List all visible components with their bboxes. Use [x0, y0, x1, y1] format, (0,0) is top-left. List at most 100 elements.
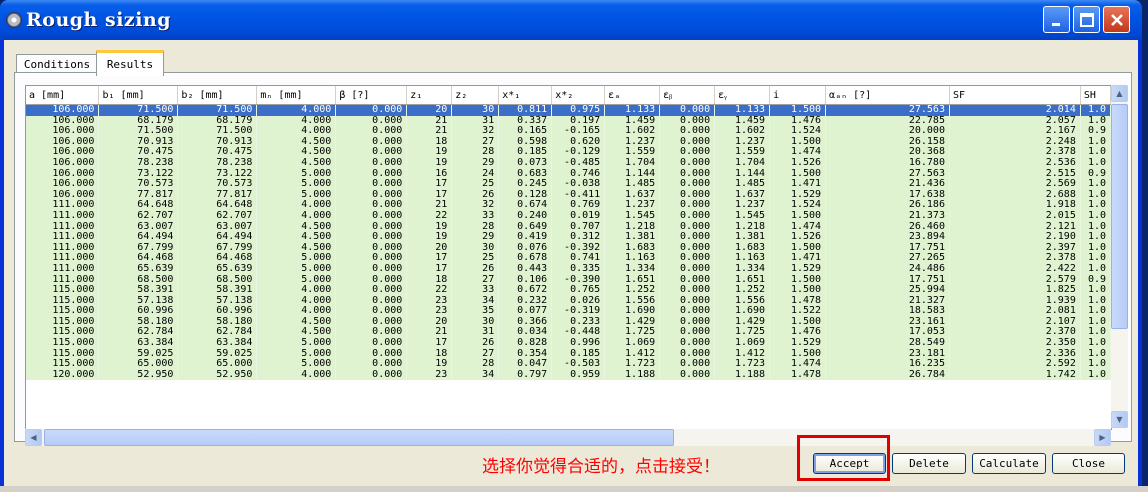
table-cell: 0.000	[659, 221, 716, 233]
table-row[interactable]: 120.000 52.950 52.950 4.000 0.000 23 34 0.797 0.…	[26, 369, 1111, 381]
table-cell: 0.000	[659, 126, 716, 137]
table-row[interactable]: 111.000 64.648 64.648 4.000 0.000 21 32 0.674 0.…	[26, 200, 1111, 211]
table-cell: 0.366	[498, 316, 553, 328]
table-cell: 1.381	[604, 232, 661, 243]
table-cell: 65.000	[98, 359, 179, 370]
vertical-scroll-thumb[interactable]	[1111, 104, 1128, 329]
table-cell: 1.500	[769, 242, 827, 254]
table-row[interactable]: 106.000 70.475 70.475 4.500 0.000 19 28 0.185 -0…	[26, 147, 1111, 158]
table-row[interactable]: 115.000 60.996 60.996 4.000 0.000 23 35 0.077 -0…	[26, 306, 1111, 317]
column-header[interactable]: εᵦ	[659, 86, 716, 105]
table-row[interactable]: 111.000 62.707 62.707 4.000 0.000 22 33 0.240 0.…	[26, 210, 1111, 222]
table-cell: 2.190	[949, 232, 1081, 243]
table-cell: 5.000	[256, 263, 337, 275]
tab-conditions[interactable]: Conditions	[16, 54, 98, 74]
table-cell: 0.620	[551, 136, 606, 148]
table-cell: 1.0	[1080, 232, 1111, 243]
table-cell: 18	[406, 274, 453, 286]
table-cell: 0.000	[335, 295, 408, 307]
results-grid[interactable]: a [mm] b₁ [mm] b₂ [mm] mₙ [mm] β [?] z₁ z₂ x*₁ x…	[25, 85, 1112, 430]
column-header[interactable]: SF	[949, 86, 1081, 105]
table-cell: 1.0	[1080, 253, 1111, 264]
table-row[interactable]: 115.000 58.391 58.391 4.000 0.000 22 33 0.672 0.…	[26, 285, 1111, 296]
accept-button[interactable]: Accept	[813, 453, 886, 474]
column-header[interactable]: i	[769, 86, 827, 105]
table-cell: 2.422	[949, 263, 1081, 275]
scroll-down-button[interactable]: ▼	[1111, 411, 1128, 428]
table-row[interactable]: 115.000 58.180 58.180 4.500 0.000 20 30 0.366 0.…	[26, 316, 1111, 328]
table-row[interactable]: 111.000 65.639 65.639 5.000 0.000 17 26 0.443 0.…	[26, 263, 1111, 275]
scroll-right-button[interactable]: ▶	[1094, 429, 1111, 446]
table-row[interactable]: 111.000 63.007 63.007 4.500 0.000 19 28 0.649 0.…	[26, 221, 1111, 233]
horizontal-scrollbar[interactable]: ◀ ▶	[25, 429, 1111, 446]
table-row[interactable]: 106.000 70.573 70.573 5.000 0.000 17 25 0.245 -0…	[26, 179, 1111, 190]
tab-results[interactable]: Results	[96, 50, 164, 76]
table-cell: 28	[451, 359, 500, 370]
column-header[interactable]: z₂	[451, 86, 500, 105]
table-row[interactable]: 106.000 71.500 71.500 4.000 0.000 21 32 0.165 -0…	[26, 126, 1111, 137]
table-cell: 0.232	[498, 295, 553, 307]
table-cell: 1.526	[769, 157, 827, 169]
close-dialog-button[interactable]: Close	[1052, 453, 1125, 474]
title-bar[interactable]: Rough sizing	[0, 0, 1142, 40]
minimize-button[interactable]	[1043, 6, 1070, 33]
table-row[interactable]: 115.000 65.000 65.000 5.000 0.000 19 28 0.047 -0…	[26, 359, 1111, 370]
table-row[interactable]: 106.000 77.817 77.817 5.000 0.000 17 26 0.128 -0…	[26, 189, 1111, 201]
table-row[interactable]: 111.000 64.494 64.494 4.500 0.000 19 29 0.419 0.…	[26, 232, 1111, 243]
close-button[interactable]	[1103, 6, 1130, 33]
table-cell: 20.368	[825, 147, 950, 158]
calculate-button[interactable]: Calculate	[972, 453, 1046, 474]
column-header[interactable]: εᵧ	[714, 86, 771, 105]
column-header[interactable]: β [?]	[335, 86, 408, 105]
table-cell: 1.0	[1080, 200, 1111, 211]
table-row[interactable]: 111.000 67.799 67.799 4.500 0.000 20 30 0.076 -0…	[26, 242, 1111, 254]
column-header[interactable]: b₁ [mm]	[98, 86, 179, 105]
table-row[interactable]: 106.000 71.500 71.500 4.000 0.000 20 30 0.811 0.…	[26, 104, 1111, 116]
table-cell: 0.672	[498, 285, 553, 296]
table-row[interactable]: 115.000 62.784 62.784 4.500 0.000 21 31 0.034 -0…	[26, 327, 1111, 339]
table-cell: 5.000	[256, 179, 337, 190]
table-cell: 63.384	[177, 338, 258, 349]
table-cell: 0.000	[335, 232, 408, 243]
column-header[interactable]: a [mm]	[26, 86, 100, 105]
background-strip	[0, 486, 1148, 492]
horizontal-scroll-thumb[interactable]	[44, 429, 674, 446]
table-cell: 0.106	[498, 274, 553, 286]
table-row[interactable]: 106.000 68.179 68.179 4.000 0.000 21 31 0.337 0.…	[26, 115, 1111, 127]
delete-button[interactable]: Delete	[892, 453, 966, 474]
column-header[interactable]: b₂ [mm]	[177, 86, 258, 105]
table-cell: 115.000	[26, 306, 100, 317]
vertical-scrollbar[interactable]: ▲ ▼	[1111, 85, 1128, 428]
column-header[interactable]: x*₂	[551, 86, 606, 105]
column-header[interactable]: εₐ	[604, 86, 661, 105]
table-row[interactable]: 106.000 70.913 70.913 4.500 0.000 18 27 0.598 0.…	[26, 136, 1111, 148]
column-header[interactable]: SH	[1080, 86, 1111, 105]
scroll-up-button[interactable]: ▲	[1111, 85, 1128, 102]
table-cell: 115.000	[26, 359, 100, 370]
maximize-button[interactable]	[1073, 6, 1100, 33]
table-cell: 2.350	[949, 338, 1081, 349]
column-header[interactable]: x*₁	[498, 86, 553, 105]
column-header[interactable]: z₁	[406, 86, 453, 105]
gear-icon	[6, 12, 22, 28]
scroll-left-button[interactable]: ◀	[25, 429, 42, 446]
table-cell: 1.218	[714, 221, 771, 233]
table-row[interactable]: 106.000 78.238 78.238 4.500 0.000 19 29 0.073 -0…	[26, 157, 1111, 169]
column-header[interactable]: αₐₙ [?]	[825, 86, 950, 105]
table-cell: 1.478	[769, 295, 827, 307]
table-row[interactable]: 111.000 68.500 68.500 5.000 0.000 18 27 0.106 -0…	[26, 274, 1111, 286]
table-cell: 0.000	[659, 348, 716, 360]
column-header[interactable]: mₙ [mm]	[256, 86, 337, 105]
table-row[interactable]: 115.000 59.025 59.025 5.000 0.000 18 27 0.354 0.…	[26, 348, 1111, 360]
table-cell: 1.529	[769, 189, 827, 201]
table-row[interactable]: 106.000 73.122 73.122 5.000 0.000 16 24 0.683 0.…	[26, 168, 1111, 180]
table-cell: 0.443	[498, 263, 553, 275]
table-cell: 1.069	[714, 338, 771, 349]
table-row[interactable]: 115.000 63.384 63.384 5.000 0.000 17 26 0.828 0.…	[26, 338, 1111, 349]
table-row[interactable]: 115.000 57.138 57.138 4.000 0.000 23 34 0.232 0.…	[26, 295, 1111, 307]
table-cell: 23	[406, 369, 453, 381]
table-cell: 1.0	[1080, 306, 1111, 317]
table-cell: 57.138	[98, 295, 179, 307]
table-row[interactable]: 111.000 64.468 64.468 5.000 0.000 17 25 0.678 0.…	[26, 253, 1111, 264]
table-cell: 0.233	[551, 316, 606, 328]
